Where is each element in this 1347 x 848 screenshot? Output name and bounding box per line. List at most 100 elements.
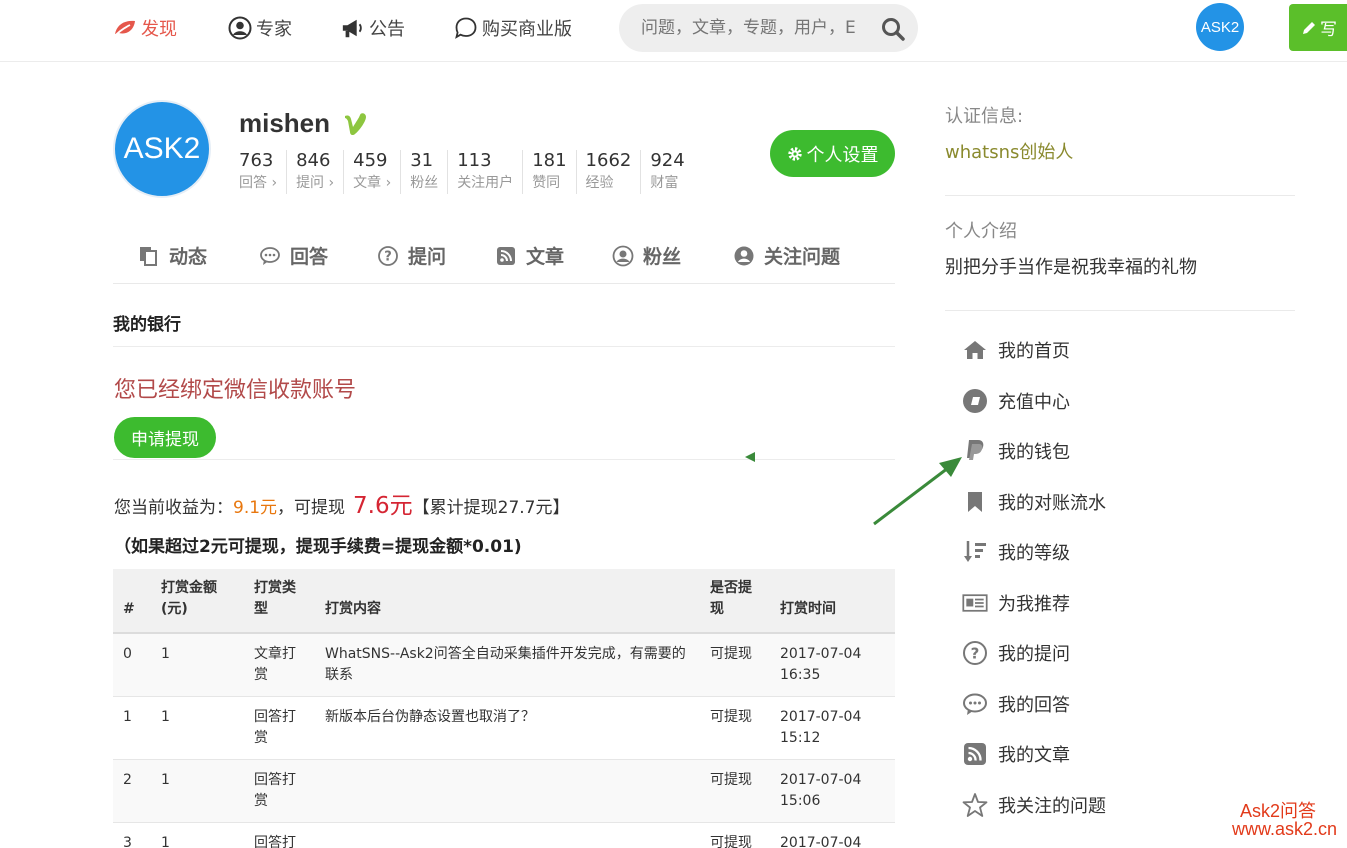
table-cell: 1 (151, 633, 244, 697)
stat-num: 846 (296, 150, 331, 171)
reward-table: # 打赏金额(元) 打赏类型 打赏内容 是否提现 打赏时间 0 1 文章打赏 W… (113, 569, 895, 848)
col-header: 打赏时间 (770, 569, 895, 634)
rss-icon (962, 741, 988, 767)
stat-num: 181 (532, 150, 567, 171)
col-header: 打赏内容 (315, 569, 700, 634)
nav-experts[interactable]: 专家 (228, 14, 292, 42)
home-icon (962, 337, 988, 363)
tab-followers[interactable]: 粉丝 (612, 242, 681, 269)
stat-answers[interactable]: 763 回答 › (239, 150, 286, 194)
stat-label: 关注用户 (457, 175, 514, 191)
stat-likes: 181 赞同 (522, 150, 575, 194)
tab-articles[interactable]: 文章 (495, 242, 564, 269)
user-avatar[interactable]: ASK2 (1196, 3, 1244, 51)
nav-buy-commercial[interactable]: 购买商业版 (454, 14, 572, 42)
intro-label: 个人介绍 (945, 221, 1017, 242)
cert-label: 认证信息: (945, 106, 1024, 127)
stat-followers: 31 粉丝 (400, 150, 447, 194)
table-row: 0 1 文章打赏 WhatSNS--Ask2问答全自动采集插件开发完成，有需要的… (113, 633, 895, 697)
paypal-icon (962, 438, 988, 464)
rss-icon (495, 245, 517, 267)
table-header-row: # 打赏金额(元) 打赏类型 打赏内容 是否提现 打赏时间 (113, 569, 895, 634)
cert-value: whatsns创始人 (945, 142, 1074, 163)
stat-label: 财富 (650, 175, 679, 191)
stat-num: 459 (353, 150, 388, 171)
write-button-label: 写 (1320, 20, 1337, 40)
nav-discover-label: 发现 (141, 19, 177, 40)
question-circle-icon: ? (377, 245, 399, 267)
col-header: 打赏金额(元) (151, 569, 244, 634)
menu-label: 我的等级 (998, 543, 1070, 564)
search-input[interactable] (641, 14, 871, 42)
table-cell: 可提现 (700, 759, 770, 823)
menu-my-articles[interactable]: 我的文章 (962, 739, 1070, 769)
wechat-bound-notice: 您已经绑定微信收款账号 (114, 378, 357, 403)
cumulative-withdrawn: 【累计提现27.7元】 (412, 498, 570, 518)
personal-settings-button[interactable]: 个人设置 (770, 130, 895, 177)
intro-value: 别把分手当作是祝我幸福的礼物 (945, 257, 1197, 278)
tab-answers[interactable]: 回答 (259, 242, 328, 269)
verified-v-icon (342, 110, 370, 138)
table-cell: 可提现 (700, 822, 770, 848)
nav-experts-label: 专家 (256, 19, 292, 40)
personal-settings-label: 个人设置 (806, 144, 879, 166)
menu-my-questions[interactable]: ? 我的提问 (962, 638, 1070, 668)
stat-label: 文章 › (353, 175, 392, 191)
table-cell: 可提现 (700, 696, 770, 760)
menu-statement[interactable]: 我的对账流水 (962, 487, 1106, 517)
stat-questions[interactable]: 846 提问 › (286, 150, 343, 194)
stat-num: 763 (239, 150, 274, 171)
tab-followed-questions[interactable]: 关注问题 (733, 242, 840, 269)
table-cell: 2017-07-04 15:12 (770, 696, 895, 760)
menu-label: 我的回答 (998, 695, 1070, 716)
col-header: # (113, 569, 151, 634)
write-button[interactable]: 写 (1289, 4, 1347, 51)
megaphone-icon (341, 16, 365, 40)
table-cell: 2 (113, 759, 151, 823)
nav-discover[interactable]: 发现 (113, 14, 177, 42)
table-cell: 1 (151, 822, 244, 848)
col-header: 打赏类型 (244, 569, 315, 634)
menu-label: 我的提问 (998, 644, 1070, 665)
tab-questions[interactable]: ? 提问 (377, 242, 446, 269)
stat-num: 113 (457, 150, 492, 171)
copy-icon (138, 245, 160, 267)
stat-label: 赞同 (532, 175, 561, 191)
stat-label: 经验 (585, 175, 614, 191)
table-row: 1 1 回答打赏 新版本后台伪静态设置也取消了？ 可提现 2017-07-04 … (113, 696, 895, 760)
stat-num: 1662 (585, 150, 632, 171)
divider (113, 346, 895, 347)
stat-num: 31 (410, 150, 434, 171)
profile-stats: 763 回答 › 846 提问 › 459 文章 › 31 粉丝 113 关注用户 181… (239, 150, 694, 194)
stat-label: 回答 › (239, 175, 278, 191)
apply-withdraw-button[interactable]: 申请提现 (114, 417, 216, 458)
menu-followed-questions[interactable]: 我关注的问题 (962, 790, 1106, 820)
table-cell: 3 (113, 822, 151, 848)
stat-articles[interactable]: 459 文章 › (343, 150, 400, 194)
pencil-icon (1301, 20, 1317, 36)
stat-following: 113 关注用户 (447, 150, 522, 194)
table-cell: 1 (113, 696, 151, 760)
table-cell: 2017-07-04 16:35 (770, 633, 895, 697)
tab-label: 动态 (169, 246, 208, 268)
top-navbar: 发现 专家 公告 购买商业版 ASK2 写 (0, 0, 1347, 62)
tab-activity[interactable]: 动态 (138, 242, 207, 269)
table-cell: WhatSNS--Ask2问答全自动采集插件开发完成，有需要的联系 (315, 633, 700, 697)
income-summary: 您当前收益为： 9.1元 ，可提现 7.6元 【累计提现27.7元】 (114, 486, 569, 520)
table-cell: 2017-07-04 (770, 822, 895, 848)
menu-my-answers[interactable]: 我的回答 (962, 689, 1070, 719)
search-icon[interactable] (880, 16, 906, 42)
menu-recharge[interactable]: 充值中心 (962, 386, 1070, 416)
stat-wealth: 924 财富 (640, 150, 693, 194)
recharge-icon (962, 388, 988, 414)
menu-recommend[interactable]: 为我推荐 (962, 588, 1070, 618)
table-row: 2 1 回答打赏 可提现 2017-07-04 15:06 (113, 759, 895, 823)
stat-label: 提问 › (296, 175, 335, 191)
profile-avatar[interactable]: ASK2 (113, 100, 211, 198)
table-cell: 可提现 (700, 633, 770, 697)
section-title: 我的银行 (113, 315, 181, 335)
nav-announcements[interactable]: 公告 (341, 14, 405, 42)
menu-wallet[interactable]: 我的钱包 (962, 436, 1070, 466)
menu-my-home[interactable]: 我的首页 (962, 335, 1070, 365)
menu-level[interactable]: 我的等级 (962, 537, 1070, 567)
